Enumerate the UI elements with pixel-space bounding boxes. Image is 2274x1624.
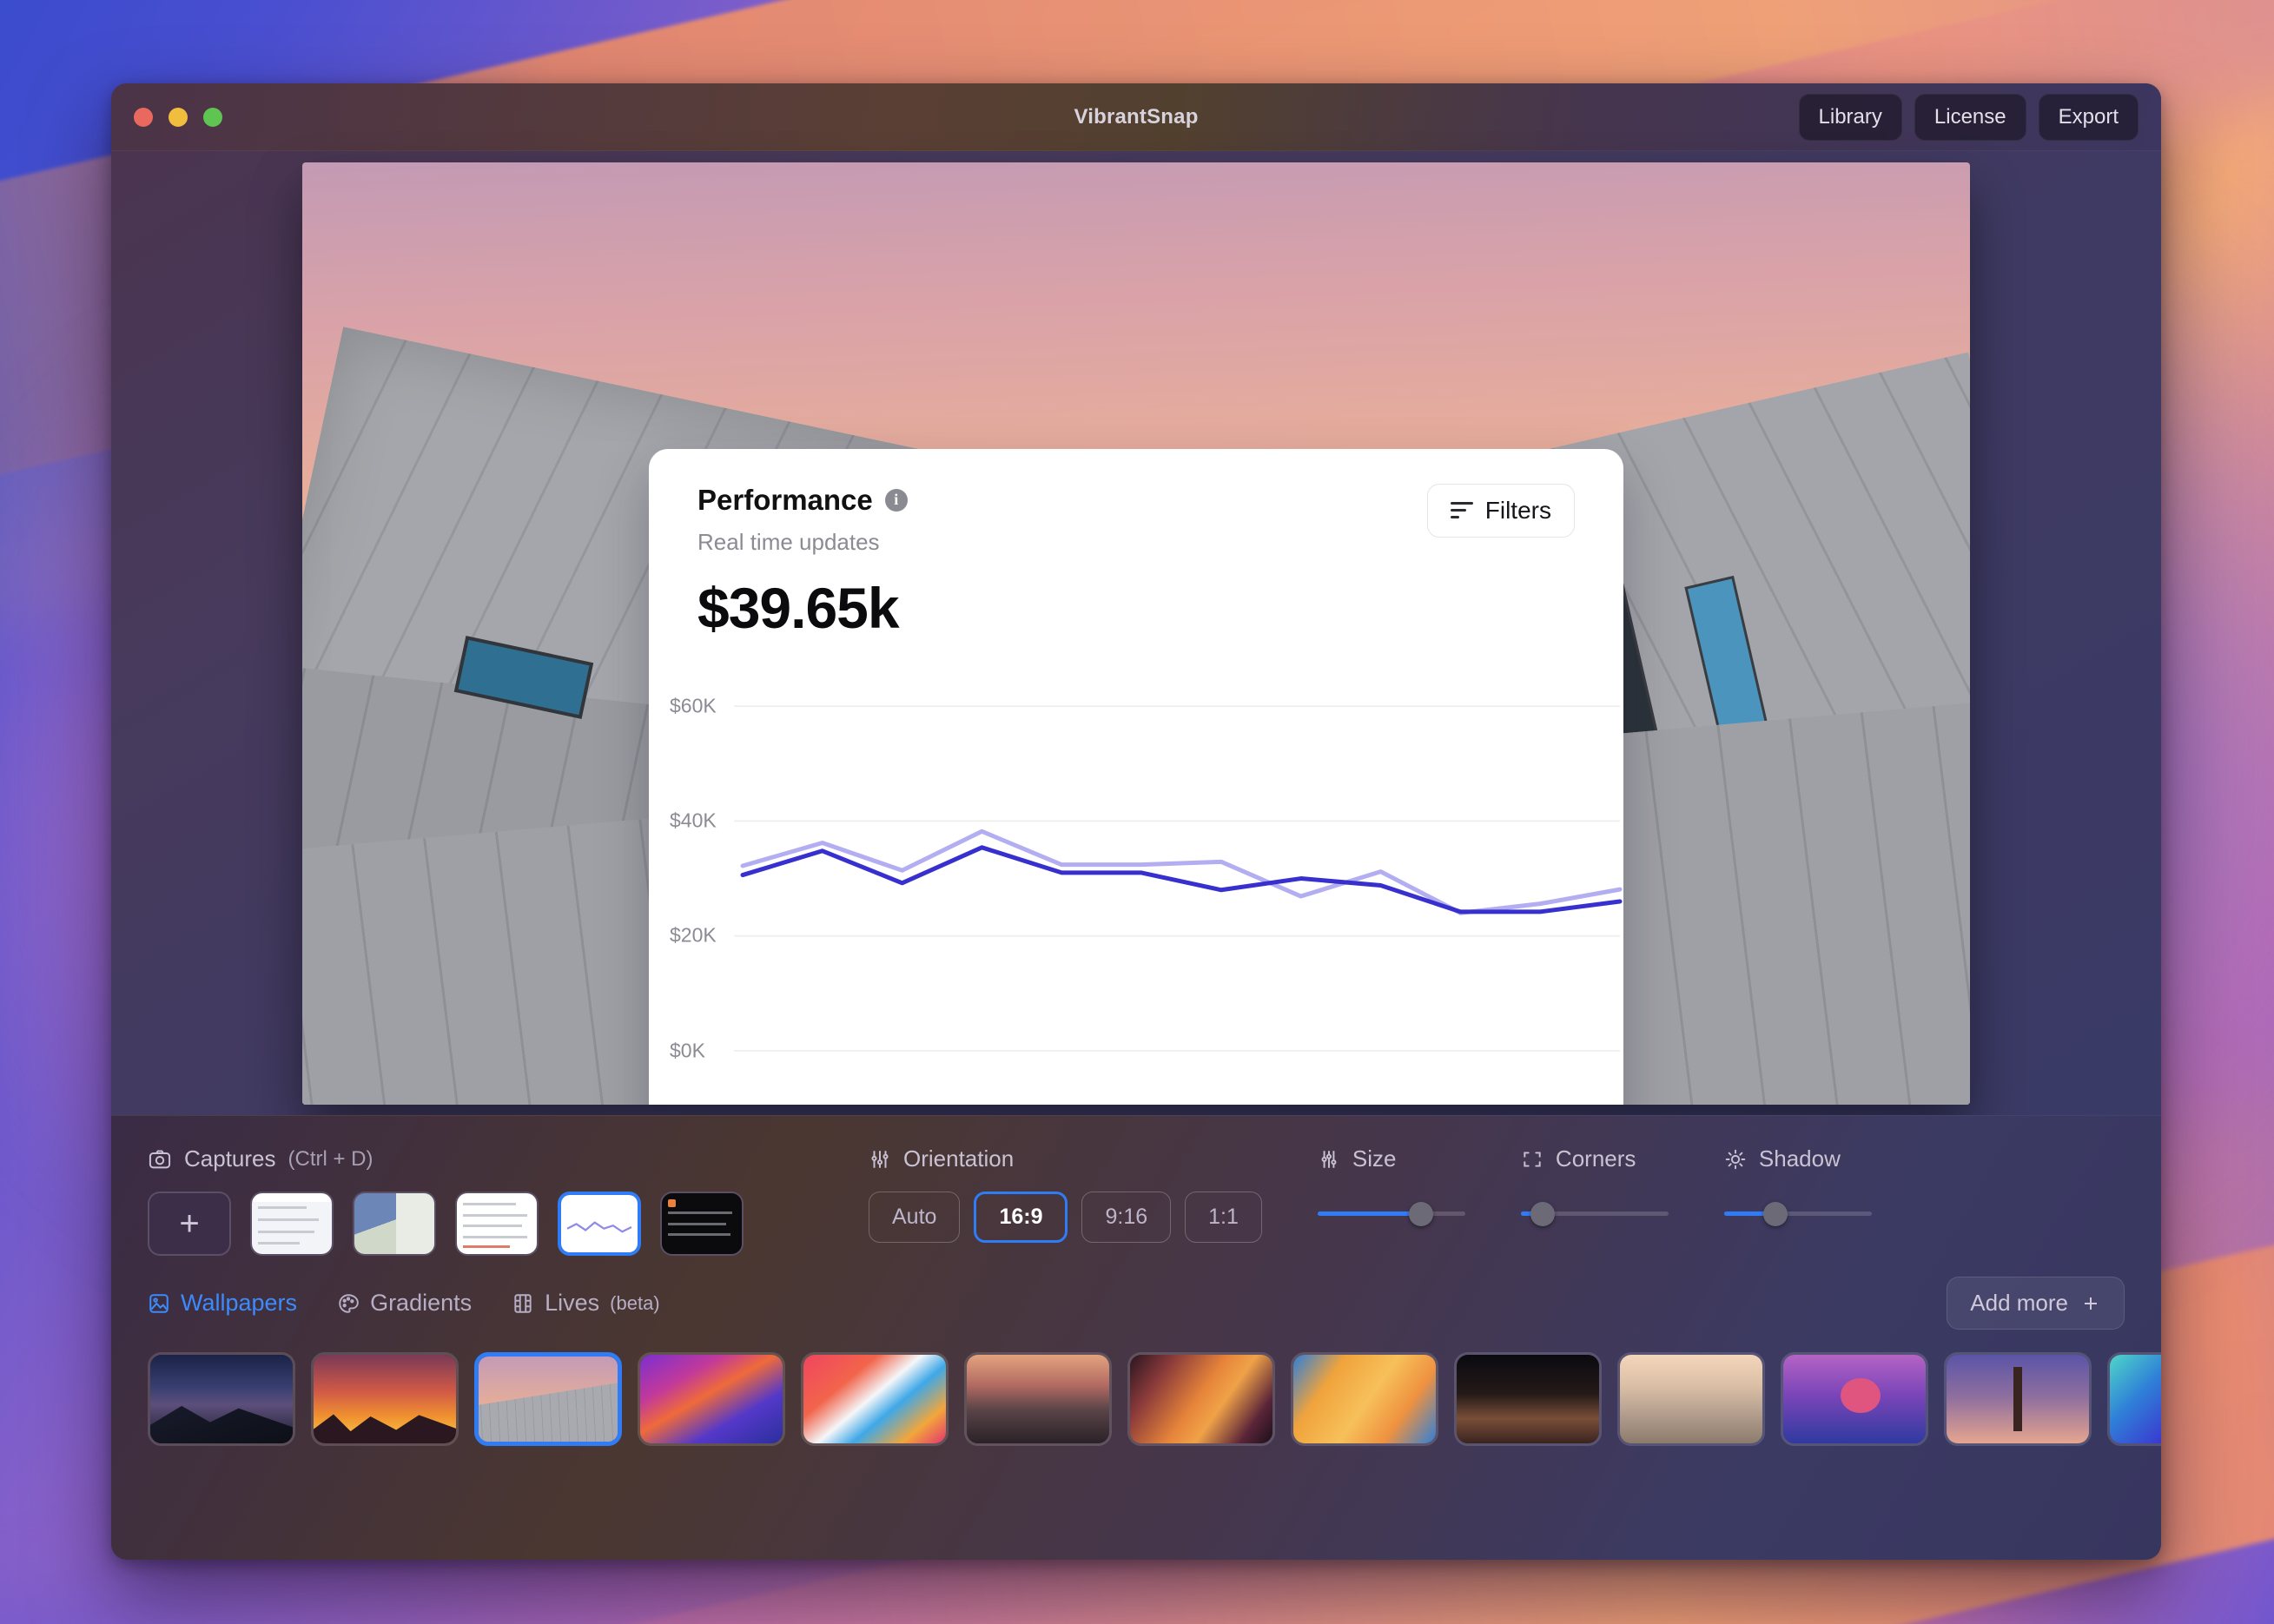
line-chart: $0K$20K$40K$60KJanSep 21'FebSep 21'MarSe… [649, 662, 1623, 1105]
wallpaper-blue-gradient[interactable] [2107, 1352, 2161, 1446]
wallpaper-big-sur-red[interactable] [801, 1352, 949, 1446]
wallpaper-ventura-dark[interactable] [1127, 1352, 1275, 1446]
tab-label: Wallpapers [181, 1290, 298, 1316]
shadow-label: Shadow [1758, 1145, 1841, 1172]
wallpaper-palm-sunset[interactable] [311, 1352, 459, 1446]
info-icon[interactable]: i [884, 488, 908, 512]
app-window: VibrantSnap Library License Export Perfo… [111, 83, 2161, 1560]
sun-icon [1725, 1149, 1746, 1169]
tab-lives[interactable]: Lives (beta) [512, 1290, 660, 1317]
performance-card: Performance i Real time updates $39.65k … [649, 448, 1623, 1105]
orientation-16-9[interactable]: 16:9 [974, 1192, 1068, 1243]
canvas-area: Performance i Real time updates $39.65k … [111, 151, 2161, 1115]
captures-shortcut: (Ctrl + D) [288, 1146, 373, 1171]
metric-value: $39.65k [697, 575, 900, 640]
wallpaper-list [111, 1330, 2161, 1446]
capture-thumb-3[interactable] [455, 1192, 539, 1256]
size-group: Size [1317, 1145, 1465, 1226]
orientation-1-1[interactable]: 1:1 [1185, 1192, 1262, 1243]
wallpaper-mountain-stars[interactable] [148, 1352, 295, 1446]
chart-svg [734, 704, 1623, 1052]
sliders-icon [871, 1150, 889, 1168]
captures-group: Captures (Ctrl + D) + [148, 1145, 834, 1256]
wallpaper-canyon-dusk[interactable] [964, 1352, 1112, 1446]
tab-label: Lives [545, 1290, 600, 1316]
add-more-label: Add more [1970, 1290, 2068, 1316]
corners-label: Corners [1555, 1145, 1636, 1172]
tab-label: Gradients [370, 1290, 473, 1316]
plus-icon [2085, 1297, 2097, 1310]
orientation-label: Orientation [903, 1145, 1015, 1172]
orientation-options: Auto 16:9 9:16 1:1 [869, 1192, 1262, 1243]
orientation-9-16[interactable]: 9:16 [1081, 1192, 1172, 1243]
capture-thumb-1[interactable] [250, 1192, 334, 1256]
tab-gradients[interactable]: Gradients [337, 1290, 472, 1317]
wallpaper-desert-plant[interactable] [1944, 1352, 2092, 1446]
license-button[interactable]: License [1914, 93, 2026, 141]
filters-button[interactable]: Filters [1426, 483, 1575, 538]
camera-icon [149, 1149, 171, 1168]
wallpaper-purple-waves[interactable] [638, 1352, 785, 1446]
sliders-icon [1321, 1150, 1337, 1168]
wallpaper-ventura-light[interactable] [1291, 1352, 1438, 1446]
size-slider[interactable] [1317, 1200, 1465, 1226]
page-title: Performance [697, 483, 873, 516]
filter-icon [1450, 502, 1473, 518]
corners-icon [1524, 1151, 1541, 1167]
chart-series-this-month [740, 844, 1623, 914]
film-icon [514, 1293, 532, 1313]
preview-image[interactable]: Performance i Real time updates $39.65k … [302, 162, 1970, 1105]
y-axis-tick: $60K [670, 694, 717, 717]
y-axis-tick: $20K [670, 923, 717, 947]
capture-thumb-4[interactable] [558, 1192, 641, 1256]
wallpaper-pink-flower[interactable] [1781, 1352, 1928, 1446]
card-subtitle: Real time updates [697, 528, 880, 555]
export-button[interactable]: Export [2038, 93, 2138, 141]
y-axis-tick: $0K [670, 1039, 705, 1061]
add-capture-button[interactable]: + [148, 1192, 231, 1256]
corners-slider[interactable] [1520, 1200, 1669, 1226]
image-icon [149, 1293, 169, 1313]
filters-label: Filters [1484, 496, 1551, 524]
y-axis-tick: $40K [670, 809, 717, 832]
wallpaper-dolomites[interactable] [1617, 1352, 1765, 1446]
shadow-slider[interactable] [1723, 1200, 1872, 1226]
add-more-button[interactable]: Add more [1947, 1277, 2125, 1330]
corners-group: Corners [1520, 1145, 1669, 1226]
orientation-group: Orientation Auto 16:9 9:16 1:1 [869, 1145, 1262, 1243]
captures-label: Captures [184, 1145, 276, 1172]
tab-suffix: (beta) [610, 1291, 660, 1314]
library-button[interactable]: Library [1798, 93, 1902, 141]
title-bar: VibrantSnap Library License Export [111, 83, 2161, 151]
palette-icon [339, 1293, 359, 1313]
orientation-auto[interactable]: Auto [869, 1192, 961, 1243]
tab-wallpapers[interactable]: Wallpapers [148, 1290, 297, 1317]
wallpaper-desert-night[interactable] [1454, 1352, 1602, 1446]
wallpaper-concrete-building[interactable] [474, 1352, 622, 1446]
capture-thumb-2[interactable] [353, 1192, 436, 1256]
captures-thumbnails: + [148, 1192, 834, 1256]
gallery-tabs: Wallpapers Gradients Lives (beta) [148, 1290, 660, 1317]
shadow-group: Shadow [1723, 1145, 1872, 1226]
bottom-toolbar: Captures (Ctrl + D) + Orientation Auto 1… [111, 1115, 2161, 1560]
capture-thumb-5[interactable] [660, 1192, 744, 1256]
size-label: Size [1352, 1145, 1397, 1172]
